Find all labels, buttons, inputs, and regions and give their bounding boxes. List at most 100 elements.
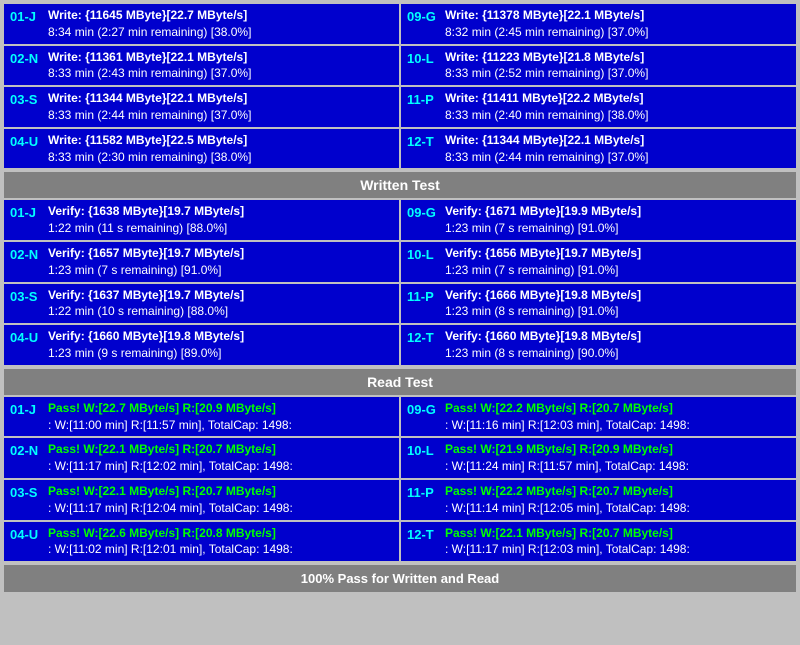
verify-cell-01j: 01-J Verify: {1638 MByte}[19.7 MByte/s] …	[4, 200, 399, 240]
pass-id-09g: 09-G	[407, 402, 441, 417]
write-cell-12t: 12-T Write: {11344 MByte}[22.1 MByte/s] …	[401, 129, 796, 169]
verify-02n-line2: 1:23 min (7 s remaining) [91.0%]	[48, 262, 393, 279]
cell-id-01j: 01-J	[10, 9, 44, 24]
write-03s-line1: Write: {11344 MByte}[22.1 MByte/s]	[48, 90, 393, 107]
pass-cell-01j: 01-J Pass! W:[22.7 MByte/s] R:[20.9 MByt…	[4, 397, 399, 437]
pass-id-01j: 01-J	[10, 402, 44, 417]
verify-10l-line2: 1:23 min (7 s remaining) [91.0%]	[445, 262, 790, 279]
verify-03s-line2: 1:22 min (10 s remaining) [88.0%]	[48, 303, 393, 320]
write-03s-line2: 8:33 min (2:44 min remaining) [37.0%]	[48, 107, 393, 124]
write-01j-line1: Write: {11645 MByte}[22.7 MByte/s]	[48, 7, 393, 24]
pass-cell-10l: 10-L Pass! W:[21.9 MByte/s] R:[20.9 MByt…	[401, 438, 796, 478]
verify-id-02n: 02-N	[10, 247, 44, 262]
write-09g-line2: 8:32 min (2:45 min remaining) [37.0%]	[445, 24, 790, 41]
verify-cell-02n: 02-N Verify: {1657 MByte}[19.7 MByte/s] …	[4, 242, 399, 282]
pass-cell-09g: 09-G Pass! W:[22.2 MByte/s] R:[20.7 MByt…	[401, 397, 796, 437]
verify-id-09g: 09-G	[407, 205, 441, 220]
pass-01j-line1: Pass! W:[22.7 MByte/s] R:[20.9 MByte/s]	[48, 400, 393, 417]
write-02n-line1: Write: {11361 MByte}[22.1 MByte/s]	[48, 49, 393, 66]
verify-09g-line1: Verify: {1671 MByte}[19.9 MByte/s]	[445, 203, 790, 220]
verify-09g-line2: 1:23 min (7 s remaining) [91.0%]	[445, 220, 790, 237]
pass-10l-line2: : W:[11:24 min] R:[11:57 min], TotalCap:…	[445, 458, 790, 475]
verify-cell-09g: 09-G Verify: {1671 MByte}[19.9 MByte/s] …	[401, 200, 796, 240]
cell-id-04u: 04-U	[10, 134, 44, 149]
pass-03s-line1: Pass! W:[22.1 MByte/s] R:[20.7 MByte/s]	[48, 483, 393, 500]
main-container: 01-J Write: {11645 MByte}[22.7 MByte/s] …	[0, 0, 800, 596]
pass-section: 01-J Pass! W:[22.7 MByte/s] R:[20.9 MByt…	[4, 397, 796, 561]
verify-11p-line1: Verify: {1666 MByte}[19.8 MByte/s]	[445, 287, 790, 304]
cell-id-12t: 12-T	[407, 134, 441, 149]
pass-09g-line2: : W:[11:16 min] R:[12:03 min], TotalCap:…	[445, 417, 790, 434]
write-cell-04u: 04-U Write: {11582 MByte}[22.5 MByte/s] …	[4, 129, 399, 169]
write-12t-line1: Write: {11344 MByte}[22.1 MByte/s]	[445, 132, 790, 149]
pass-11p-line1: Pass! W:[22.2 MByte/s] R:[20.7 MByte/s]	[445, 483, 790, 500]
verify-04u-line2: 1:23 min (9 s remaining) [89.0%]	[48, 345, 393, 362]
cell-id-02n: 02-N	[10, 51, 44, 66]
write-04u-line2: 8:33 min (2:30 min remaining) [38.0%]	[48, 149, 393, 166]
verify-cell-11p: 11-P Verify: {1666 MByte}[19.8 MByte/s] …	[401, 284, 796, 324]
write-11p-line2: 8:33 min (2:40 min remaining) [38.0%]	[445, 107, 790, 124]
verify-cell-10l: 10-L Verify: {1656 MByte}[19.7 MByte/s] …	[401, 242, 796, 282]
write-cell-03s: 03-S Write: {11344 MByte}[22.1 MByte/s] …	[4, 87, 399, 127]
verify-grid: 01-J Verify: {1638 MByte}[19.7 MByte/s] …	[4, 200, 796, 364]
write-cell-02n: 02-N Write: {11361 MByte}[22.1 MByte/s] …	[4, 46, 399, 86]
pass-12t-line2: : W:[11:17 min] R:[12:03 min], TotalCap:…	[445, 541, 790, 558]
write-02n-line2: 8:33 min (2:43 min remaining) [37.0%]	[48, 65, 393, 82]
verify-01j-line1: Verify: {1638 MByte}[19.7 MByte/s]	[48, 203, 393, 220]
pass-10l-line1: Pass! W:[21.9 MByte/s] R:[20.9 MByte/s]	[445, 441, 790, 458]
verify-02n-line1: Verify: {1657 MByte}[19.7 MByte/s]	[48, 245, 393, 262]
pass-12t-line1: Pass! W:[22.1 MByte/s] R:[20.7 MByte/s]	[445, 525, 790, 542]
verify-id-01j: 01-J	[10, 205, 44, 220]
write-10l-line2: 8:33 min (2:52 min remaining) [37.0%]	[445, 65, 790, 82]
cell-id-10l: 10-L	[407, 51, 441, 66]
pass-id-02n: 02-N	[10, 443, 44, 458]
write-cell-10l: 10-L Write: {11223 MByte}[21.8 MByte/s] …	[401, 46, 796, 86]
write-cell-09g: 09-G Write: {11378 MByte}[22.1 MByte/s] …	[401, 4, 796, 44]
write-01j-line2: 8:34 min (2:27 min remaining) [38.0%]	[48, 24, 393, 41]
write-11p-line1: Write: {11411 MByte}[22.2 MByte/s]	[445, 90, 790, 107]
pass-cell-04u: 04-U Pass! W:[22.6 MByte/s] R:[20.8 MByt…	[4, 522, 399, 562]
pass-id-10l: 10-L	[407, 443, 441, 458]
pass-11p-line2: : W:[11:14 min] R:[12:05 min], TotalCap:…	[445, 500, 790, 517]
verify-id-04u: 04-U	[10, 330, 44, 345]
verify-11p-line2: 1:23 min (8 s remaining) [91.0%]	[445, 303, 790, 320]
pass-04u-line1: Pass! W:[22.6 MByte/s] R:[20.8 MByte/s]	[48, 525, 393, 542]
pass-id-03s: 03-S	[10, 485, 44, 500]
verify-id-11p: 11-P	[407, 289, 441, 304]
verify-04u-line1: Verify: {1660 MByte}[19.8 MByte/s]	[48, 328, 393, 345]
verify-section: 01-J Verify: {1638 MByte}[19.7 MByte/s] …	[4, 200, 796, 394]
write-12t-line2: 8:33 min (2:44 min remaining) [37.0%]	[445, 149, 790, 166]
pass-id-12t: 12-T	[407, 527, 441, 542]
verify-03s-line1: Verify: {1637 MByte}[19.7 MByte/s]	[48, 287, 393, 304]
pass-grid: 01-J Pass! W:[22.7 MByte/s] R:[20.9 MByt…	[4, 397, 796, 561]
pass-cell-03s: 03-S Pass! W:[22.1 MByte/s] R:[20.7 MByt…	[4, 480, 399, 520]
pass-id-04u: 04-U	[10, 527, 44, 542]
write-cell-11p: 11-P Write: {11411 MByte}[22.2 MByte/s] …	[401, 87, 796, 127]
verify-01j-line2: 1:22 min (11 s remaining) [88.0%]	[48, 220, 393, 237]
verify-12t-line2: 1:23 min (8 s remaining) [90.0%]	[445, 345, 790, 362]
written-test-header: Written Test	[4, 172, 796, 198]
pass-09g-line1: Pass! W:[22.2 MByte/s] R:[20.7 MByte/s]	[445, 400, 790, 417]
write-10l-line1: Write: {11223 MByte}[21.8 MByte/s]	[445, 49, 790, 66]
cell-id-03s: 03-S	[10, 92, 44, 107]
cell-id-11p: 11-P	[407, 92, 441, 107]
verify-id-12t: 12-T	[407, 330, 441, 345]
verify-cell-12t: 12-T Verify: {1660 MByte}[19.8 MByte/s] …	[401, 325, 796, 365]
write-04u-line1: Write: {11582 MByte}[22.5 MByte/s]	[48, 132, 393, 149]
read-test-header: Read Test	[4, 369, 796, 395]
verify-cell-04u: 04-U Verify: {1660 MByte}[19.8 MByte/s] …	[4, 325, 399, 365]
pass-04u-line2: : W:[11:02 min] R:[12:01 min], TotalCap:…	[48, 541, 393, 558]
pass-cell-02n: 02-N Pass! W:[22.1 MByte/s] R:[20.7 MByt…	[4, 438, 399, 478]
write-cell-01j: 01-J Write: {11645 MByte}[22.7 MByte/s] …	[4, 4, 399, 44]
cell-id-09g: 09-G	[407, 9, 441, 24]
pass-01j-line2: : W:[11:00 min] R:[11:57 min], TotalCap:…	[48, 417, 393, 434]
pass-03s-line2: : W:[11:17 min] R:[12:04 min], TotalCap:…	[48, 500, 393, 517]
write-grid: 01-J Write: {11645 MByte}[22.7 MByte/s] …	[4, 4, 796, 168]
verify-id-10l: 10-L	[407, 247, 441, 262]
pass-02n-line2: : W:[11:17 min] R:[12:02 min], TotalCap:…	[48, 458, 393, 475]
footer-status: 100% Pass for Written and Read	[4, 565, 796, 592]
pass-cell-12t: 12-T Pass! W:[22.1 MByte/s] R:[20.7 MByt…	[401, 522, 796, 562]
verify-cell-03s: 03-S Verify: {1637 MByte}[19.7 MByte/s] …	[4, 284, 399, 324]
write-section: 01-J Write: {11645 MByte}[22.7 MByte/s] …	[4, 4, 796, 198]
verify-12t-line1: Verify: {1660 MByte}[19.8 MByte/s]	[445, 328, 790, 345]
